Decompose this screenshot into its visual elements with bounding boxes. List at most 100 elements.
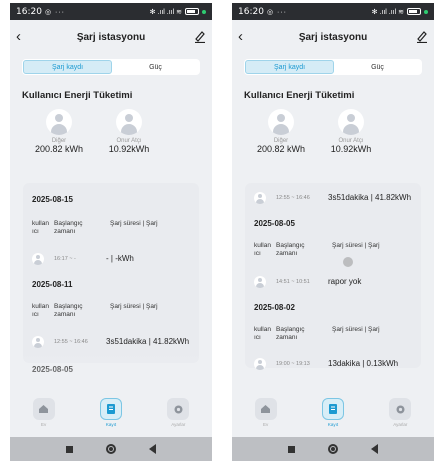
edit-icon[interactable] (194, 29, 206, 43)
table-row[interactable]: 14:51 ~ 10:51 rapor yok (254, 275, 417, 288)
record-time: 14:51 ~ 10:51 (276, 278, 310, 285)
user-energy-value: 200.82 kWh (34, 144, 84, 154)
avatar (254, 357, 266, 370)
indicator-dot-icon (202, 9, 206, 14)
app-header: ‹ Şarj istasyonu (232, 20, 434, 54)
bottom-nav: Ev Kayıt Ayarlar (10, 398, 212, 436)
nav-record[interactable]: Kayıt (91, 398, 131, 427)
user-energy-value: 200.82 kWh (256, 144, 306, 154)
indicator-dot-icon (424, 9, 428, 14)
user-card[interactable]: Onur Atçı 10.92kWh (102, 109, 156, 155)
back-icon[interactable]: ‹ (16, 28, 21, 45)
user-card[interactable]: Diğer 200.82 kWh (32, 109, 86, 155)
settings-icon (389, 398, 412, 420)
avatar (254, 275, 266, 288)
table-row[interactable]: 12:55 ~ 16:46 3s51dakika | 41.82kWh (254, 191, 417, 204)
edit-icon[interactable] (416, 29, 428, 43)
user-consumption-list: Diğer 200.82 kWh Onur Atçı 10.92kWh (32, 109, 156, 155)
table-row[interactable]: 12:55 ~ 16:46 3s51dakika | 41.82kWh (32, 335, 195, 348)
nav-home[interactable]: Ev (24, 398, 64, 427)
status-right-icons: ✻ .ııl .ııl ≋ (372, 8, 428, 16)
avatar (338, 109, 364, 135)
recent-apps-icon[interactable] (288, 445, 296, 453)
record-icon (321, 398, 344, 420)
section-title: Kullanıcı Enerji Tüketimi (244, 90, 355, 101)
record-time: 19:00 ~ 19:13 (276, 360, 310, 367)
nav-home[interactable]: Ev (246, 398, 286, 427)
status-time: 16:20 (16, 6, 42, 17)
battery-icon (185, 8, 199, 15)
tab-power[interactable]: Güç (112, 60, 199, 74)
charge-record-list[interactable]: 2025-08-15 kullan ıcı Başlangıç zamanı Ş… (23, 183, 199, 363)
nav-label: Ev (41, 422, 47, 427)
status-bar: 16:20 ◎ ··· ✻ .ııl .ııl ≋ (232, 3, 434, 20)
nav-settings[interactable]: Ayarlar (380, 398, 420, 427)
avatar (32, 335, 44, 348)
back-button-icon[interactable] (148, 444, 156, 454)
back-button-icon[interactable] (370, 444, 378, 454)
col-user: kullan ıcı (254, 242, 271, 257)
user-card[interactable]: Onur Atçı 10.92kWh (324, 109, 378, 155)
record-value: - | -kWh (106, 254, 134, 263)
user-energy-value: 10.92kWh (108, 144, 150, 154)
page-title: Şarj istasyonu (76, 31, 146, 43)
table-row[interactable]: 19:00 ~ 19:13 13dakika | 0.13kWh (254, 357, 417, 370)
page-title: Şarj istasyonu (298, 31, 368, 43)
col-start-time: Başlangıç zamanı (54, 303, 83, 318)
home-button-icon[interactable] (105, 444, 116, 454)
user-card[interactable]: Diğer 200.82 kWh (254, 109, 308, 155)
status-notification-icons: ◎ ··· (44, 8, 65, 16)
tab-charge-record[interactable]: Şarj kaydı (23, 60, 112, 74)
record-value: 13dakika | 0.13kWh (328, 359, 399, 368)
avatar (32, 252, 44, 265)
nav-label: Ev (263, 422, 269, 427)
record-date: 2025-08-02 (254, 303, 295, 312)
record-table-header: kullan ıcı Başlangıç zamanı Şarj süresi … (254, 326, 415, 342)
avatar (116, 109, 142, 135)
section-title: Kullanıcı Enerji Tüketimi (22, 90, 133, 101)
col-start-time: Başlangıç zamanı (276, 242, 305, 257)
home-button-icon[interactable] (327, 444, 338, 454)
record-time: 16:17 ~ - (54, 255, 76, 262)
record-value: rapor yok (328, 277, 362, 286)
status-right-icons: ✻ .ııl .ııl ≋ (150, 8, 206, 16)
status-bar: 16:20 ◎ ··· ✻ .ııl .ııl ≋ (10, 3, 212, 20)
status-time: 16:20 (238, 6, 264, 17)
system-nav-bar (232, 437, 434, 461)
signal-icons: ✻ .ııl .ııl ≋ (149, 8, 182, 16)
nav-label: Ayarlar (171, 422, 186, 427)
col-start-time: Başlangıç zamanı (54, 220, 83, 235)
back-icon[interactable]: ‹ (238, 28, 243, 45)
settings-icon (167, 398, 190, 420)
record-date: 2025-08-15 (32, 195, 73, 204)
record-table-header: kullan ıcı Başlangıç zamanı Şarj süresi … (32, 220, 193, 236)
user-consumption-list: Diğer 200.82 kWh Onur Atçı 10.92kWh (254, 109, 378, 155)
phone-screen-right: 16:20 ◎ ··· ✻ .ııl .ııl ≋ ‹ Şarj istasyo… (232, 3, 434, 461)
record-table-header: kullan ıcı Başlangıç zamanı Şarj süresi … (254, 242, 415, 258)
battery-icon (407, 8, 421, 15)
touch-indicator (343, 257, 353, 267)
tab-bar: Şarj kaydı Güç (244, 59, 422, 75)
phone-screen-left: 16:20 ◎ ··· ✻ .ııl .ııl ≋ ‹ Şarj istasyo… (10, 3, 212, 461)
user-energy-value: 10.92kWh (330, 144, 372, 154)
tab-charge-record[interactable]: Şarj kaydı (245, 60, 334, 74)
record-time: 12:55 ~ 16:46 (276, 194, 310, 201)
tab-bar: Şarj kaydı Güç (22, 59, 200, 75)
nav-label: Kayıt (327, 422, 339, 427)
nav-settings[interactable]: Ayarlar (158, 398, 198, 427)
col-user: kullan ıcı (32, 220, 49, 235)
col-duration-energy: Şarj süresi | Şarj (110, 220, 158, 227)
signal-icons: ✻ .ııl .ııl ≋ (371, 8, 404, 16)
col-start-time: Başlangıç zamanı (276, 326, 305, 341)
screenshot-pair: 16:20 ◎ ··· ✻ .ııl .ııl ≋ ‹ Şarj istasyo… (0, 0, 435, 461)
system-nav-bar (10, 437, 212, 461)
avatar (254, 191, 266, 204)
col-duration-energy: Şarj süresi | Şarj (332, 326, 380, 333)
home-icon (254, 398, 277, 420)
nav-record[interactable]: Kayıt (313, 398, 353, 427)
charge-record-list[interactable]: 12:55 ~ 16:46 3s51dakika | 41.82kWh 2025… (245, 183, 421, 370)
record-table-header: kullan ıcı Başlangıç zamanı Şarj süresi … (32, 303, 193, 319)
recent-apps-icon[interactable] (66, 445, 74, 453)
table-row[interactable]: 16:17 ~ - - | -kWh (32, 252, 195, 265)
tab-power[interactable]: Güç (334, 60, 421, 74)
